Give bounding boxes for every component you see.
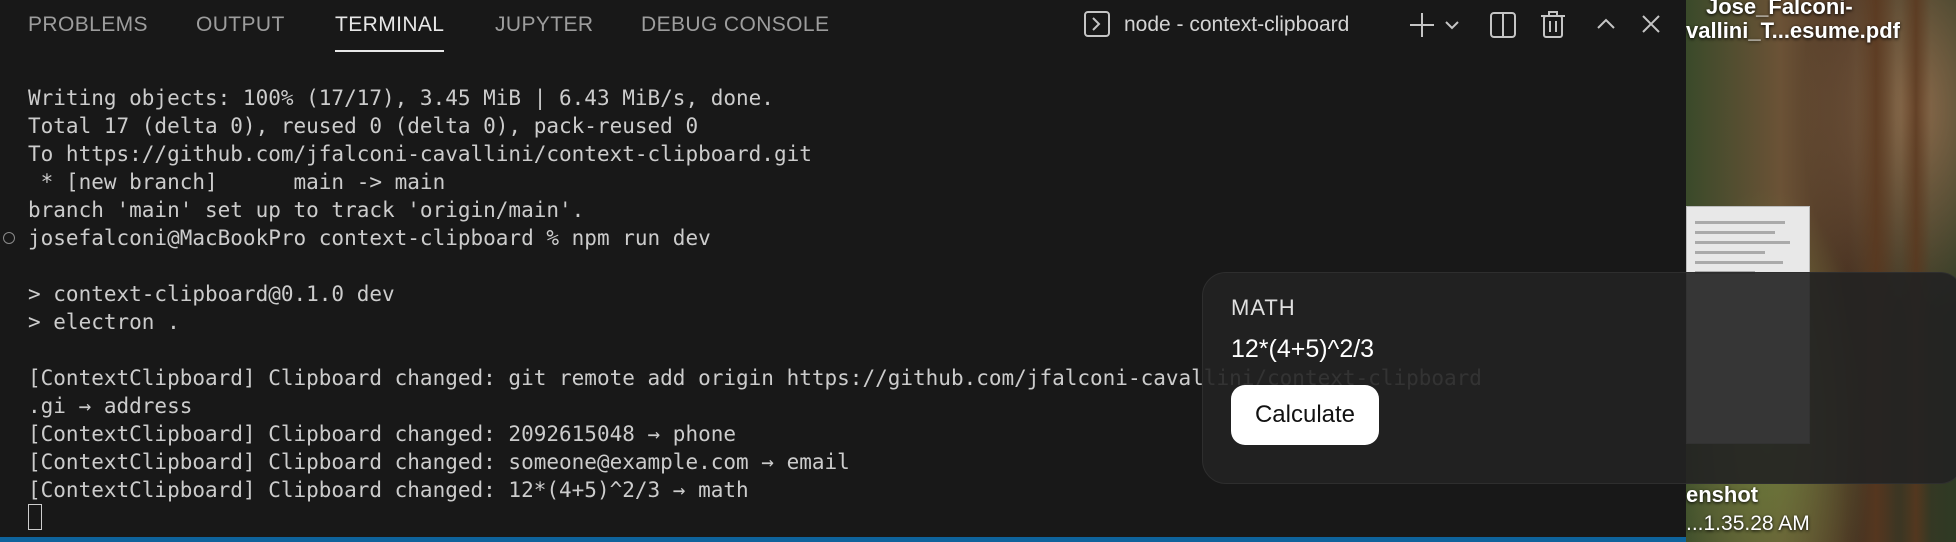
calculate-button[interactable]: Calculate: [1231, 385, 1379, 445]
tab-terminal[interactable]: TERMINAL: [335, 0, 445, 52]
terminal-selector[interactable]: node - context-clipboard: [1084, 0, 1394, 52]
status-bar: [0, 537, 1686, 542]
terminal-line: To https://github.com/jfalconi-cavallini…: [28, 142, 812, 166]
chevron-up-icon[interactable]: [1594, 10, 1618, 40]
command-decoration-icon[interactable]: [3, 232, 15, 244]
close-icon[interactable]: [1639, 10, 1663, 40]
pdf-file-label[interactable]: vallini_T...esume.pdf: [1686, 18, 1900, 44]
popup-expression: 12*(4+5)^2/3: [1231, 335, 1375, 363]
terminal-name: node - context-clipboard: [1124, 13, 1350, 36]
terminal-line: Writing objects: 100% (17/17), 3.45 MiB …: [28, 86, 774, 110]
chevron-down-icon[interactable]: [1443, 10, 1461, 40]
terminal-icon: [1084, 11, 1110, 37]
split-icon[interactable]: [1488, 10, 1518, 40]
pdf-file-label[interactable]: Jose_Falconi-: [1706, 0, 1853, 20]
terminal-cursor-line: [28, 504, 1668, 532]
tab-debug-console[interactable]: DEBUG CONSOLE: [641, 0, 829, 52]
trash-icon[interactable]: [1538, 10, 1568, 40]
terminal-line: branch 'main' set up to track 'origin/ma…: [28, 198, 585, 222]
terminal-prompt-line: josefalconi@MacBookPro context-clipboard…: [28, 226, 711, 250]
tab-problems[interactable]: PROBLEMS: [28, 0, 148, 52]
context-clipboard-popup: MATH 12*(4+5)^2/3 Calculate: [1202, 272, 1956, 484]
screenshot-file-label[interactable]: ...1.35.28 AM: [1686, 512, 1810, 536]
plus-icon[interactable]: [1407, 10, 1437, 40]
active-tab-indicator: [335, 50, 445, 52]
terminal-cursor: [28, 504, 42, 530]
tab-jupyter[interactable]: JUPYTER: [495, 0, 593, 52]
terminal-line: * [new branch] main -> main: [28, 170, 446, 194]
popup-category: MATH: [1231, 295, 1296, 320]
screenshot-file-label[interactable]: enshot: [1686, 482, 1758, 508]
terminal-line: Total 17 (delta 0), reused 0 (delta 0), …: [28, 114, 699, 138]
tab-output[interactable]: OUTPUT: [196, 0, 285, 52]
panel-actions: node - context-clipboard: [1084, 0, 1684, 52]
